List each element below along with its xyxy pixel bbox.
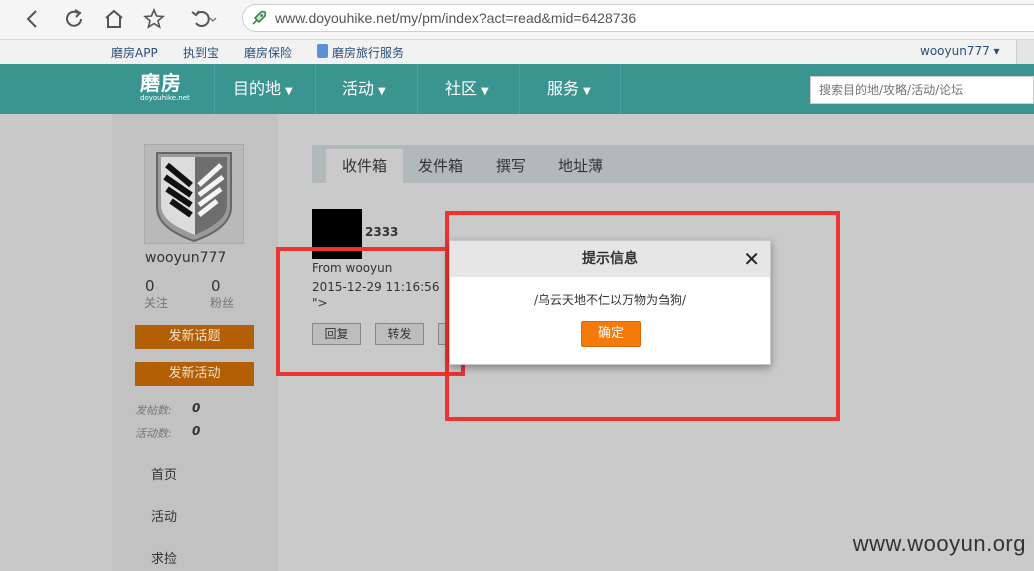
annotation-box-payload — [276, 247, 465, 376]
toplink-insurance[interactable]: 磨房保险 — [244, 44, 292, 61]
activities-label: 活动数: — [135, 427, 172, 440]
site-logo[interactable]: 磨房 doyouhike.net — [140, 72, 190, 102]
tab-outbox[interactable]: 发件箱 — [402, 149, 479, 183]
nav-services-label: 服务 — [547, 79, 580, 98]
sidebar-link-home[interactable]: 首页 — [151, 464, 177, 483]
nav-destination-label: 目的地 — [233, 79, 282, 98]
activities-count: 0 — [192, 424, 201, 438]
nav-community[interactable]: 社区 ▼ — [417, 64, 519, 114]
toplink-zhidaobao[interactable]: 执到宝 — [183, 44, 219, 61]
refresh-icon[interactable] — [61, 6, 87, 32]
travel-service-icon — [317, 44, 328, 58]
undo-history-icon[interactable] — [188, 6, 217, 32]
logo-text: 磨房 — [140, 71, 182, 95]
profile-username[interactable]: wooyun777 — [145, 250, 226, 266]
dialog-title: 提示信息 — [582, 251, 638, 267]
new-topic-button[interactable]: 发新话题 — [135, 325, 254, 349]
fans-count[interactable]: 0 — [211, 277, 221, 295]
tab-address-book[interactable]: 地址薄 — [542, 149, 619, 183]
new-activity-button[interactable]: 发新活动 — [135, 362, 254, 386]
confirm-button[interactable]: 确定 — [581, 321, 641, 347]
caret-down-icon: ▼ — [285, 86, 293, 97]
favorite-star-icon[interactable] — [141, 6, 167, 32]
caret-down-icon: ▼ — [378, 86, 386, 97]
tab-compose[interactable]: 撰写 — [480, 149, 542, 183]
wings-emblem-icon — [156, 152, 232, 243]
caret-down-icon: ▼ — [583, 86, 591, 97]
nav-activity-label: 活动 — [342, 79, 375, 98]
nav-community-label: 社区 — [445, 79, 478, 98]
message-title: 2333 — [365, 225, 399, 239]
scrollbar[interactable] — [1016, 40, 1034, 64]
toplink-travel-service[interactable]: 磨房旅行服务 — [332, 44, 404, 61]
posts-label: 发帖数: — [135, 404, 172, 417]
logo-subtext: doyouhike.net — [140, 94, 190, 102]
nav-services[interactable]: 服务 ▼ — [519, 64, 621, 114]
dialog-message: /乌云天地不仁以万物为刍狗/ — [533, 293, 687, 307]
toplink-app[interactable]: 磨房APP — [111, 44, 158, 61]
address-bar[interactable]: www.doyouhike.net/my/pm/index?act=read&m… — [242, 4, 1034, 32]
tab-inbox[interactable]: 收件箱 — [326, 149, 404, 183]
fans-label: 粉丝 — [210, 296, 235, 310]
sidebar-link-activity[interactable]: 活动 — [151, 506, 177, 525]
nav-destination[interactable]: 目的地 ▼ — [214, 64, 315, 114]
user-menu[interactable]: wooyun777 ▾ — [920, 44, 1000, 58]
site-top-links: 磨房APP 执到宝 磨房保险 磨房旅行服务 wooyun777 ▾ — [0, 40, 1034, 64]
back-icon[interactable] — [20, 6, 46, 32]
nav-activity[interactable]: 活动 ▼ — [315, 64, 417, 114]
caret-down-icon: ▼ — [481, 86, 489, 97]
site-search[interactable] — [810, 76, 1034, 104]
sidebar-link-pickup[interactable]: 求捡 — [151, 548, 177, 567]
follow-count[interactable]: 0 — [145, 277, 155, 295]
url-text: www.doyouhike.net/my/pm/index?act=read&m… — [275, 10, 637, 26]
browser-toolbar: www.doyouhike.net/my/pm/index?act=read&m… — [0, 0, 1034, 40]
search-input[interactable] — [811, 77, 1033, 103]
avatar[interactable] — [144, 144, 244, 244]
follow-label: 关注 — [144, 296, 169, 310]
home-icon[interactable] — [101, 6, 127, 32]
alert-dialog: 提示信息 ✕ /乌云天地不仁以万物为刍狗/ 确定 — [449, 240, 771, 365]
close-icon[interactable]: ✕ — [743, 241, 760, 277]
watermark: www.wooyun.org — [852, 531, 1026, 556]
site-rocket-icon — [250, 9, 268, 27]
dialog-header: 提示信息 ✕ — [450, 241, 770, 277]
posts-count: 0 — [192, 401, 201, 415]
